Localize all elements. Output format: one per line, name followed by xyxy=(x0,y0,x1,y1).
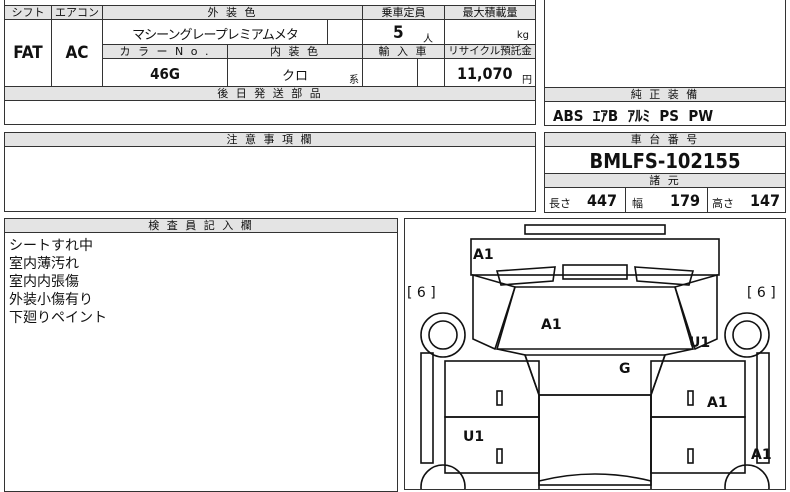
height-cell: 高さ 147 xyxy=(707,187,786,213)
notes-body xyxy=(4,146,536,212)
equipment-items: ABS ｴｱB ｱﾙﾐ PS PW xyxy=(553,107,714,125)
max-load-cell: kg xyxy=(444,19,536,45)
recycle-unit: 円 xyxy=(522,75,532,86)
rear-right-tire xyxy=(724,464,770,489)
import-cell-b xyxy=(417,58,445,87)
capacity-header: 乗車定員 xyxy=(362,5,445,20)
exterior-color-extra-cell xyxy=(327,19,363,45)
later-parts-body xyxy=(4,100,536,125)
hood-outline xyxy=(495,286,695,350)
left-front-fender xyxy=(472,273,517,351)
chassis-cell: BMLFS-102155 xyxy=(544,146,786,174)
remark-line-3: 室内内張傷 xyxy=(9,274,79,290)
import-cell-a xyxy=(362,58,418,87)
recycle-cell: 11,070 円 xyxy=(444,58,536,87)
mark-roof: A1 xyxy=(473,247,494,263)
color-no-value: 46G xyxy=(150,65,180,83)
color-no-cell: 46G xyxy=(102,58,228,87)
top-right-blank-panel xyxy=(544,0,786,88)
ac-header: エアコン xyxy=(51,5,103,20)
equipment-header: 純 正 装 備 xyxy=(544,87,786,102)
left-sill xyxy=(420,352,434,464)
left-door-handle-2 xyxy=(496,448,503,464)
exterior-color-value: マシーングレープレミアムメタ xyxy=(132,28,299,43)
mark-right-rear: A1 xyxy=(751,447,772,463)
shift-cell: FAT xyxy=(4,19,52,87)
inspector-header: 検 査 員 記 入 欄 xyxy=(4,218,398,233)
mark-right-front-door: A1 xyxy=(707,395,728,411)
width-value: 179 xyxy=(670,191,701,210)
right-door-handle-2 xyxy=(687,448,694,464)
interior-color-header: 内 装 色 xyxy=(227,44,363,59)
right-headlight xyxy=(634,266,695,286)
shift-header: シフト xyxy=(4,5,52,20)
right-front-door xyxy=(650,360,746,418)
inspector-body: シートすれ中 室内薄汚れ 室内内張傷 外装小傷有り 下廻りペイント xyxy=(4,232,398,492)
exterior-color-cell: マシーングレープレミアムメタ xyxy=(102,19,328,45)
right-body-side xyxy=(650,348,694,489)
recycle-value: 11,070 xyxy=(457,64,513,83)
shift-value: FAT xyxy=(13,43,43,63)
front-right-tire xyxy=(724,312,770,358)
rear-left-tire xyxy=(420,464,466,489)
roof-outline xyxy=(538,394,652,486)
right-door-handle-1 xyxy=(687,390,694,406)
import-header: 輸 入 車 xyxy=(362,44,445,59)
width-cell: 幅 179 xyxy=(625,187,708,213)
remark-line-1: シートすれ中 xyxy=(9,238,93,254)
rear-window xyxy=(538,473,652,482)
left-headlight xyxy=(495,266,556,286)
dims-header: 諸 元 xyxy=(544,173,786,188)
length-value: 447 xyxy=(587,191,618,210)
height-label: 高さ xyxy=(712,197,734,210)
mark-front-right-fender: U1 xyxy=(689,335,710,351)
length-cell: 長さ 447 xyxy=(544,187,626,213)
chassis-header: 車 台 番 号 xyxy=(544,132,786,147)
tire-size-right: [ 6 ] xyxy=(747,285,776,301)
car-diagram-panel: [ 6 ] [ 6 ] A1 A1 U1 G A1 U1 A1 xyxy=(404,218,786,490)
capacity-cell: 5 人 xyxy=(362,19,445,45)
ac-cell: AC xyxy=(51,19,103,87)
front-right-tire-inner xyxy=(732,320,762,350)
grille xyxy=(562,264,628,280)
remark-line-5: 下廻りペイント xyxy=(9,310,107,326)
car-diagram: [ 6 ] [ 6 ] A1 A1 U1 G A1 U1 A1 xyxy=(407,224,776,489)
left-door-handle-1 xyxy=(496,390,503,406)
left-front-door xyxy=(444,360,540,418)
front-plate xyxy=(524,224,666,235)
recycle-header: リサイクル預託金 xyxy=(444,44,536,59)
height-value: 147 xyxy=(750,191,781,210)
tire-size-left: [ 6 ] xyxy=(407,285,436,301)
capacity-value: 5 xyxy=(393,23,404,43)
windshield xyxy=(523,354,667,396)
remark-line-2: 室内薄汚れ xyxy=(9,256,79,272)
exterior-color-header: 外 装 色 xyxy=(102,5,363,20)
mark-left-front-door: U1 xyxy=(463,429,484,445)
interior-suffix: 系 xyxy=(349,75,359,86)
interior-color-cell: クロ 系 xyxy=(227,58,363,87)
mark-windshield: G xyxy=(619,361,631,377)
ac-value: AC xyxy=(65,43,89,63)
interior-color-value: クロ xyxy=(281,69,308,84)
left-body-side xyxy=(496,348,540,489)
front-left-tire-inner xyxy=(428,320,458,350)
color-no-header: カ ラ ー N o . xyxy=(102,44,228,59)
chassis-number: BMLFS-102155 xyxy=(589,149,741,173)
equipment-cell: ABS ｴｱB ｱﾙﾐ PS PW xyxy=(544,101,786,126)
length-label: 長さ xyxy=(549,197,571,210)
load-unit: kg xyxy=(516,30,529,41)
mark-hood: A1 xyxy=(541,317,562,333)
left-rear-door xyxy=(444,416,540,474)
front-left-tire xyxy=(420,312,466,358)
remark-line-4: 外装小傷有り xyxy=(9,292,93,308)
notes-header: 注 意 事 項 欄 xyxy=(4,132,536,147)
max-load-header: 最大積載量 xyxy=(444,5,536,20)
width-label: 幅 xyxy=(632,197,643,210)
later-parts-header: 後 日 発 送 部 品 xyxy=(4,86,536,101)
capacity-unit: 人 xyxy=(423,34,433,45)
right-rear-door xyxy=(650,416,746,474)
